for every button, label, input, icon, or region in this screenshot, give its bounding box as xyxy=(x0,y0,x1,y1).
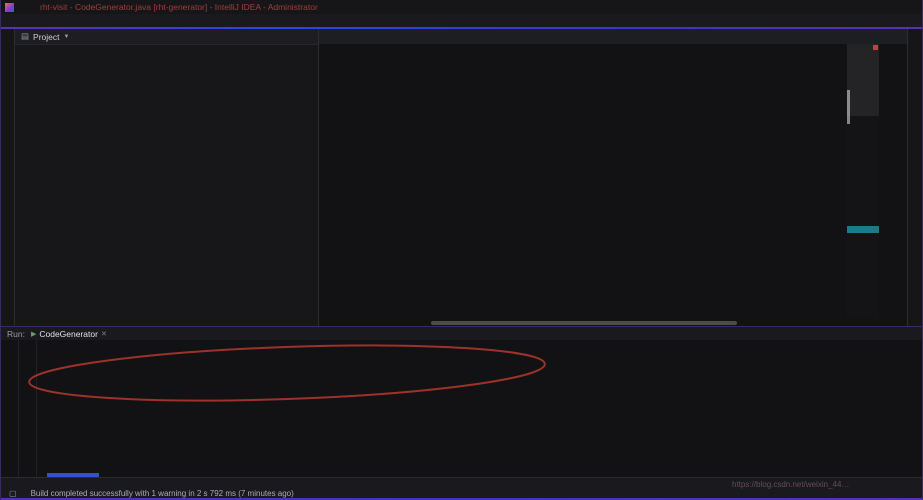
chevron-down-icon[interactable]: ▼ xyxy=(64,34,70,40)
run-label: Run: xyxy=(7,329,25,339)
project-panel-icon: ▤ xyxy=(21,31,29,42)
title-bar: rht-visit - CodeGenerator.java [rht-gene… xyxy=(1,0,922,14)
console-icon[interactable]: ▢ xyxy=(9,489,17,498)
run-panel: Run: ▶ CodeGenerator ✕ xyxy=(1,326,922,477)
editor-area xyxy=(319,29,907,326)
project-tree xyxy=(15,45,318,326)
status-bar: ▢ Build completed successfully with 1 wa… xyxy=(1,489,922,498)
run-tab[interactable]: ▶ CodeGenerator ✕ xyxy=(31,329,107,339)
code-minimap[interactable] xyxy=(847,44,879,319)
editor-tabs xyxy=(319,29,907,44)
run-console-area xyxy=(1,340,922,477)
run-toolbar-left xyxy=(1,340,19,477)
ide-window: rht-visit - CodeGenerator.java [rht-gene… xyxy=(0,0,923,500)
minimap-viewport[interactable] xyxy=(847,44,879,116)
project-panel-header: ▤ Project ▼ xyxy=(15,29,318,45)
project-panel: ▤ Project ▼ xyxy=(15,29,319,326)
run-panel-header: Run: ▶ CodeGenerator ✕ xyxy=(1,327,922,340)
error-stripe-indicator xyxy=(873,45,878,50)
minimap-scroll-thumb[interactable] xyxy=(847,90,850,124)
tool-window-bar xyxy=(1,477,922,489)
close-icon[interactable]: ✕ xyxy=(101,330,107,338)
status-message: Build completed successfully with 1 warn… xyxy=(31,489,900,498)
console-output xyxy=(37,340,922,477)
minimap-highlight xyxy=(847,226,879,233)
intellij-logo-icon xyxy=(5,3,14,12)
navigation-bar xyxy=(1,14,922,27)
window-title: rht-visit - CodeGenerator.java [rht-gene… xyxy=(40,2,906,12)
running-process-icon: ▶ xyxy=(31,330,36,338)
project-panel-title[interactable]: Project xyxy=(33,32,59,42)
console-toolbar xyxy=(19,340,37,477)
right-tool-strip xyxy=(907,29,922,326)
left-tool-strip xyxy=(1,29,15,326)
code-editor[interactable] xyxy=(319,44,907,326)
